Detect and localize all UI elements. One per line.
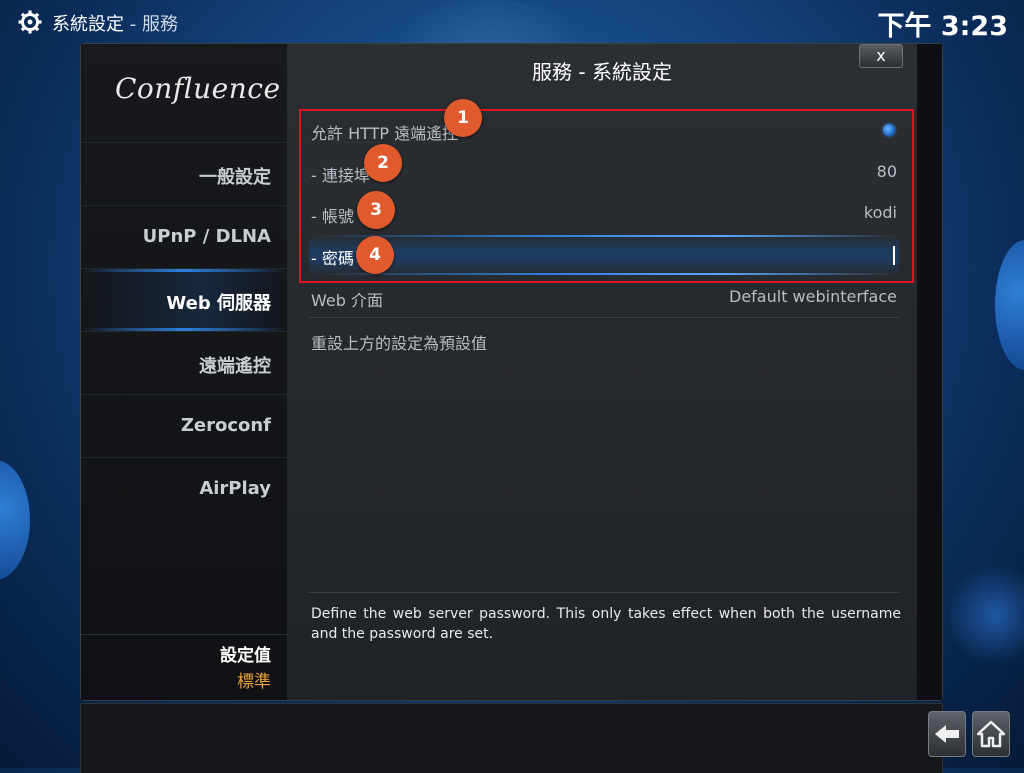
sidebar-item-label: UPnP / DLNA [142, 226, 271, 247]
breadcrumb-sub: 服務 [141, 14, 178, 35]
sidebar-item-web-server[interactable]: Web 伺服器 [81, 268, 287, 331]
setting-value: 80 [876, 162, 897, 181]
setting-level-value: 標準 [237, 672, 271, 692]
setting-description: Define the web server password. This onl… [311, 606, 901, 642]
setting-label: - 帳號 [311, 207, 354, 226]
close-button[interactable]: x [859, 44, 903, 68]
setting-value: Default webinterface [729, 287, 897, 306]
breadcrumb-separator: - [124, 14, 142, 35]
sidebar-item-label: 一般設定 [199, 167, 271, 188]
background-bubble [995, 240, 1024, 370]
background-bubble [0, 460, 30, 580]
setting-label: - 密碼 [311, 249, 354, 268]
panel-edge [917, 44, 942, 700]
sidebar-item-label: 遠端遙控 [199, 356, 271, 377]
home-button[interactable] [972, 711, 1010, 757]
sidebar-item-remote-control[interactable]: 遠端遙控 [81, 331, 287, 394]
settings-content: 服務 - 系統設定 允許 HTTP 遠端遙控 - 連接埠 80 - 帳號 kod… [287, 44, 917, 700]
sidebar-item-airplay[interactable]: AirPlay [81, 457, 287, 520]
dialog-title: 服務 - 系統設定 [532, 60, 672, 84]
back-arrow-icon [935, 725, 959, 743]
back-button[interactable] [928, 711, 966, 757]
settings-panel: Confluence 一般設定 UPnP / DLNA Web 伺服器 遠端遙控… [80, 43, 943, 701]
background-bubble [950, 560, 1024, 670]
setting-row-username[interactable]: - 帳號 kodi [309, 193, 899, 233]
sidebar-nav: 一般設定 UPnP / DLNA Web 伺服器 遠端遙控 Zeroconf A… [81, 142, 287, 520]
clock: 下午 3:23 [877, 11, 1008, 42]
setting-value: kodi [863, 203, 897, 222]
breadcrumb-main: 系統設定 [52, 14, 124, 35]
annotation-marker-2: 2 [364, 144, 402, 182]
top-bar: 系統設定 - 服務 下午 3:23 [0, 0, 1024, 42]
sidebar-item-label: AirPlay [199, 478, 271, 499]
radio-on-icon[interactable] [883, 124, 895, 136]
setting-label: Web 介面 [311, 291, 383, 310]
bottom-bar [80, 703, 943, 773]
sidebar-item-general[interactable]: 一般設定 [81, 142, 287, 205]
confluence-logo: Confluence [115, 72, 281, 105]
annotation-marker-3: 3 [357, 191, 395, 229]
breadcrumb: 系統設定 - 服務 [52, 10, 178, 36]
setting-row-reset-defaults[interactable]: 重設上方的設定為預設值 [309, 320, 899, 360]
gear-icon [18, 10, 42, 34]
annotation-marker-4: 4 [356, 236, 394, 274]
home-icon [977, 720, 1005, 748]
setting-level-title: 設定值 [220, 646, 271, 666]
sidebar-item-label: Web 伺服器 [166, 293, 271, 314]
annotation-marker-1: 1 [444, 99, 482, 137]
text-cursor [893, 246, 895, 265]
sidebar: Confluence 一般設定 UPnP / DLNA Web 伺服器 遠端遙控… [81, 44, 287, 700]
setting-label: - 連接埠 [311, 166, 370, 185]
setting-level-button[interactable]: 設定值 標準 [81, 634, 287, 699]
setting-row-password[interactable]: - 密碼 [309, 235, 899, 275]
description-divider [309, 592, 899, 593]
setting-row-web-interface[interactable]: Web 介面 Default webinterface [309, 277, 899, 318]
setting-label: 允許 HTTP 遠端遙控 [311, 124, 459, 143]
setting-row-allow-http-remote[interactable]: 允許 HTTP 遠端遙控 [309, 110, 899, 150]
setting-label: 重設上方的設定為預設值 [311, 334, 488, 353]
sidebar-item-upnp-dlna[interactable]: UPnP / DLNA [81, 205, 287, 268]
sidebar-item-zeroconf[interactable]: Zeroconf [81, 394, 287, 457]
sidebar-item-label: Zeroconf [180, 415, 271, 436]
